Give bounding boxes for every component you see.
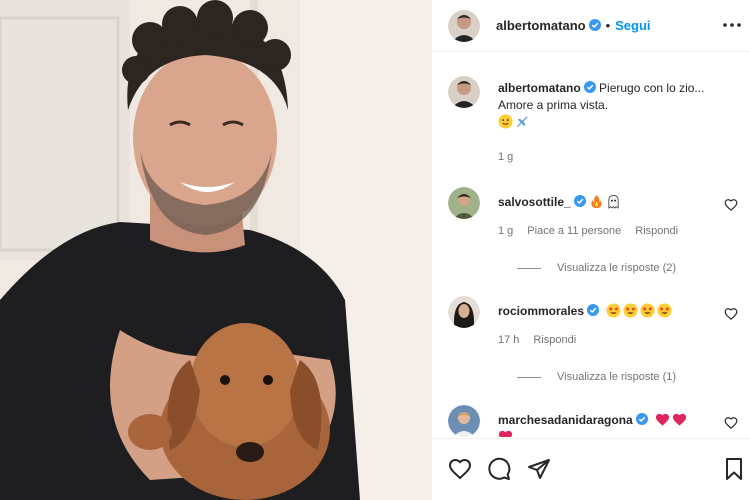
heart-icon[interactable]: [448, 457, 472, 481]
verified-badge-icon: [588, 19, 601, 31]
comment-likes-link[interactable]: Piace a 11 persone: [527, 225, 621, 237]
star-struck-icon: [606, 303, 621, 318]
view-replies-button[interactable]: Visualizza le risposte (2): [517, 262, 676, 274]
caption-text: albertomatano Pierugo con lo zio... Amor…: [498, 80, 718, 131]
author-avatar[interactable]: [448, 10, 480, 42]
commenter-username[interactable]: rociommorales: [498, 304, 584, 318]
caption-meta: 1 g: [498, 151, 527, 163]
follow-button[interactable]: Segui: [615, 18, 650, 33]
post-header: albertomatano • Segui: [432, 0, 750, 52]
comment-item: marchesadanidaragona: [448, 405, 738, 437]
caption-line-2: Amore a prima vista.: [498, 98, 609, 112]
view-replies-label: Visualizza le risposte (1): [557, 371, 677, 383]
reply-button[interactable]: Rispondi: [635, 225, 678, 237]
replies-divider-line: [517, 267, 541, 269]
caption-author-username[interactable]: albertomatano: [498, 81, 581, 95]
verified-badge-icon: [573, 195, 586, 207]
view-replies-label: Visualizza le risposte (2): [557, 262, 677, 274]
comment-like-heart-icon[interactable]: [724, 307, 738, 321]
slightly-smiling-face-icon: [498, 114, 513, 129]
comment-text: marchesadanidaragona: [498, 412, 718, 437]
commenter-username[interactable]: marchesadanidaragona: [498, 413, 633, 427]
verified-badge-icon: [587, 304, 600, 316]
comment-text: salvosottile_: [498, 194, 718, 211]
comment-like-heart-icon[interactable]: [724, 198, 738, 212]
comment-item: salvosottile_ 1 g Piace a 11 persone Rispo…: [448, 187, 738, 287]
comment-item: rociommorales 17 h Rispondi Visualizza le…: [448, 296, 738, 396]
commenter-avatar[interactable]: [448, 296, 480, 328]
comment-time: 1 g: [498, 225, 514, 237]
star-struck-icon: [623, 303, 638, 318]
comments-section[interactable]: albertomatano Pierugo con lo zio... Amor…: [432, 53, 750, 437]
author-username[interactable]: albertomatano: [496, 18, 586, 33]
post-photo-image: [0, 0, 431, 500]
replies-divider-line: [517, 376, 541, 378]
more-options-icon[interactable]: [721, 14, 743, 36]
caption-author-avatar[interactable]: [448, 76, 480, 108]
post-photo: [0, 0, 431, 500]
caption: albertomatano Pierugo con lo zio... Amor…: [448, 76, 738, 176]
comment-meta: 1 g Piace a 11 persone Rispondi: [498, 225, 692, 237]
post-actions-bar: [432, 438, 750, 500]
comment-time: 17 h: [498, 334, 520, 346]
red-heart-icon: [656, 413, 670, 426]
commenter-avatar[interactable]: [448, 187, 480, 219]
comment-text: rociommorales: [498, 303, 718, 320]
red-heart-icon: [498, 430, 513, 437]
star-struck-icon: [640, 303, 655, 318]
red-heart-icon: [673, 413, 687, 426]
post-details-panel: albertomatano • Segui albertomatano Pierug…: [431, 0, 750, 500]
separator-dot: •: [605, 18, 611, 33]
caption-emojis: [498, 114, 532, 129]
comment-meta: 17 h Rispondi: [498, 334, 590, 346]
caption-line-1: Pierugo con lo zio...: [599, 81, 705, 95]
verified-badge-icon: [583, 81, 596, 93]
airplane-icon: [516, 116, 528, 128]
view-replies-button[interactable]: Visualizza le risposte (1): [517, 371, 676, 383]
reply-button[interactable]: Rispondi: [533, 334, 576, 346]
star-struck-icon: [657, 303, 672, 318]
ghost-icon: [608, 194, 619, 209]
verified-badge-icon: [635, 413, 648, 425]
fire-icon: [591, 194, 602, 209]
commenter-username[interactable]: salvosottile_: [498, 195, 571, 209]
comment-icon[interactable]: [487, 457, 511, 481]
share-icon[interactable]: [527, 457, 551, 481]
caption-time: 1 g: [498, 151, 514, 163]
bookmark-icon[interactable]: [722, 457, 746, 481]
commenter-avatar[interactable]: [448, 405, 480, 437]
header-title-row: albertomatano • Segui: [496, 17, 651, 35]
comment-like-heart-icon[interactable]: [724, 416, 738, 430]
